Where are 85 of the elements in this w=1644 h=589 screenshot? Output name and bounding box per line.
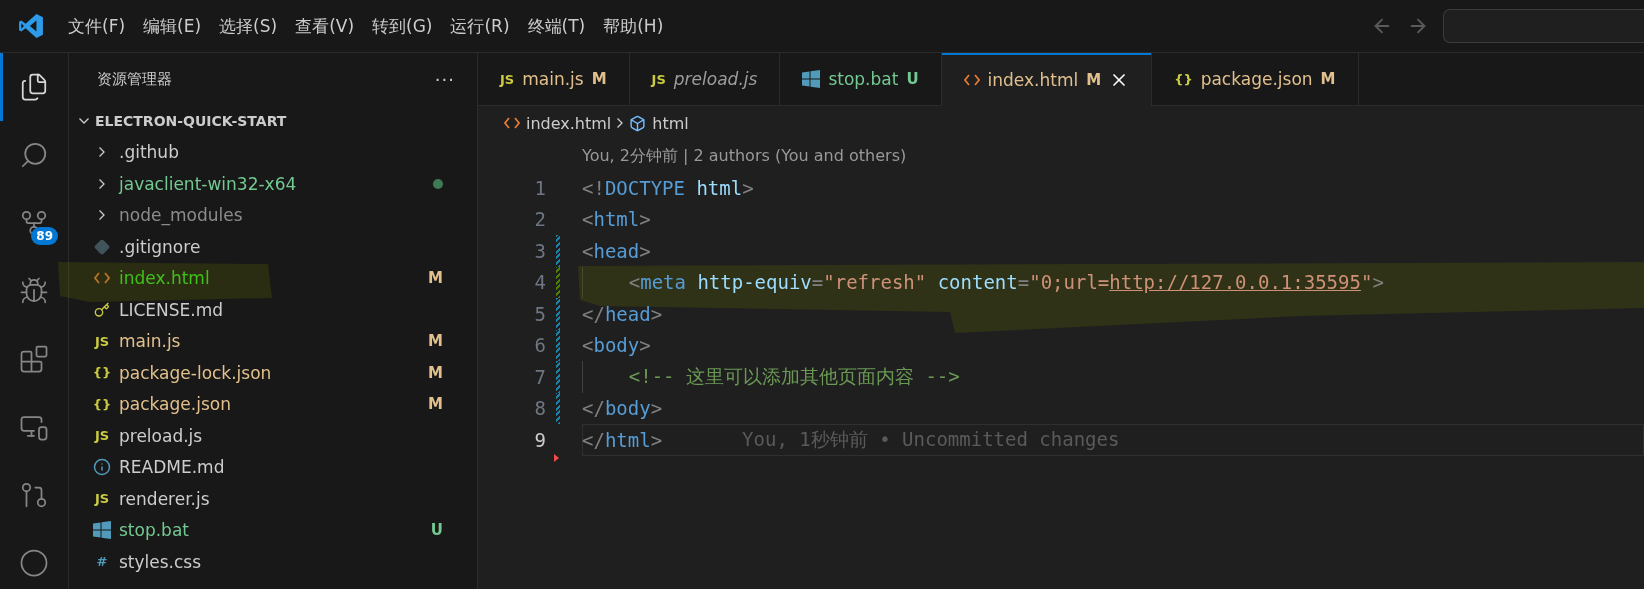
bug-icon[interactable] [19,276,49,306]
file-name[interactable]: main.js [119,331,181,352]
breadcrumb-item[interactable]: index.html [526,113,612,133]
file-name[interactable]: package-lock.json [119,362,272,383]
file-type-glyph: JS [94,428,110,444]
file-name[interactable]: renderer.js [119,488,210,509]
chevron-down-icon[interactable] [79,117,89,124]
code-brackets-icon [504,117,520,129]
line-number: 3 [533,239,546,262]
file-name[interactable]: .github [119,142,179,163]
menu-item[interactable]: 文件(F) [59,14,135,38]
chevron-right-icon [617,118,624,128]
cube-icon [629,114,647,132]
menu-item[interactable]: 编辑(E) [134,14,211,38]
git-graph-icon[interactable] [19,480,49,510]
line-number: 7 [533,365,546,388]
menu-item[interactable]: 转到(G) [363,14,442,38]
windows-icon [93,521,111,540]
file-name[interactable]: stop.bat [119,520,189,541]
line-number: 5 [533,302,546,325]
diamond-icon [94,238,110,255]
menu-item[interactable]: 帮助(H) [594,14,673,38]
command-center-field[interactable] [1443,9,1644,43]
git-status-letter: U [430,521,443,540]
file-name[interactable]: package.json [119,394,231,415]
line-number: 2 [533,208,546,231]
menu-item[interactable]: 选择(S) [210,14,287,38]
circle-icon[interactable] [19,548,49,578]
code-line: </head> [582,301,663,327]
line-number: 8 [533,397,546,420]
codelens-text[interactable]: You, 2分钟前 | 2 authors (You and others) [582,145,907,167]
menu-item[interactable]: 运行(R) [441,14,519,38]
file-type-glyph: {} [92,396,112,412]
code-brackets-icon [963,73,980,86]
file-type-glyph: JS [94,333,110,349]
code-line: </body> [582,396,663,422]
sidebar-title: 资源管理器 [97,69,172,89]
line-number: 9 [533,428,546,451]
git-status-letter: M [428,395,443,414]
code-line: </html> [582,427,663,453]
code-line: <meta http-equiv="refresh" content="0;url=http://127.0.0.1:35595"> [628,270,1384,296]
line-number: 6 [533,334,546,357]
file-name[interactable]: node_modules [119,205,243,226]
file-type-glyph: JS [94,491,110,507]
file-name[interactable]: .gitignore [119,236,201,257]
code-line: <body> [582,333,651,359]
file-name[interactable]: LICENSE.md [119,299,224,320]
file-type-glyph: {} [92,365,112,381]
file-type-glyph: JS [500,71,515,87]
vscode-logo-icon[interactable] [18,13,44,39]
chevron-right-icon[interactable] [99,210,105,221]
more-actions-button[interactable]: ··· [434,68,455,90]
chevron-right-icon[interactable] [99,178,105,189]
blame-annotation: You, 1秒钟前 • Uncommitted changes [742,426,1120,452]
windows-icon [802,70,821,88]
files-icon[interactable] [19,72,49,102]
file-name[interactable]: preload.js [119,425,203,446]
search-icon[interactable] [19,140,49,170]
key-icon [94,301,110,318]
extensions-icon[interactable] [19,344,49,374]
file-name[interactable]: README.md [119,457,225,478]
file-name[interactable]: javaclient-win32-x64 [119,173,297,194]
workspace-title[interactable]: ELECTRON-QUICK-START [95,112,287,129]
file-type-glyph: # [96,554,108,570]
git-status-letter: M [428,363,443,382]
code-line: <!DOCTYPE html> [582,175,754,201]
editor-tab[interactable]: index.html M [941,53,1153,106]
count-badge: 89 [31,227,58,245]
info-icon [93,458,111,477]
file-name[interactable]: styles.css [119,551,202,572]
line-number: 1 [533,176,546,199]
file-name[interactable]: index.html [119,268,210,289]
chevron-right-icon[interactable] [99,147,105,158]
line-number: 4 [533,271,546,294]
code-brackets-icon [94,272,110,285]
code-line: <!-- 这里可以添加其他页面内容 --> [628,363,960,389]
menu-item[interactable]: 终端(T) [518,14,595,38]
git-status-letter: M [428,269,443,288]
breadcrumb-item[interactable]: html [652,113,689,133]
file-type-glyph: {} [1174,71,1193,87]
file-type-glyph: JS [651,71,666,87]
git-status-letter: M [428,332,443,351]
code-line: <html> [582,207,651,233]
menu-item[interactable]: 查看(V) [286,14,364,38]
code-line: <head> [582,238,651,264]
